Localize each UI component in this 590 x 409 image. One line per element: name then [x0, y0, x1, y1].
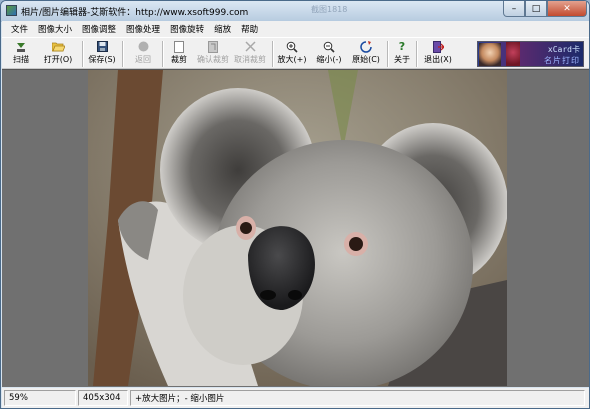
- menu-file[interactable]: 文件: [6, 23, 33, 35]
- window-controls: – □ ✕: [503, 1, 587, 19]
- save-label: 保存(S): [88, 55, 116, 64]
- image-canvas-area[interactable]: [2, 69, 589, 387]
- confirm-crop-label: 确认裁剪: [197, 55, 229, 64]
- original-size-icon: [359, 40, 373, 53]
- zoom-in-button[interactable]: 放大(+): [275, 39, 309, 68]
- scan-button[interactable]: 扫描: [8, 39, 34, 68]
- open-label: 打开(O): [43, 55, 73, 64]
- background-window-tab: 截图1818: [311, 5, 348, 14]
- exit-label: 退出(X): [424, 55, 452, 64]
- confirm-crop-button[interactable]: 确认裁剪: [194, 39, 232, 68]
- original-size-button[interactable]: 原始(C): [349, 39, 383, 68]
- floppy-disk-icon: [95, 40, 109, 53]
- cancel-crop-label: 取消裁剪: [234, 55, 266, 64]
- title-bar[interactable]: 相片/图片编辑器-艾斯软件：http://www.xsoft999.com 截图…: [1, 1, 589, 20]
- status-image-size: 405x304: [78, 390, 128, 406]
- menu-image-adjust[interactable]: 图像调整: [77, 23, 121, 35]
- close-icon: ✕: [563, 3, 571, 14]
- crop-label: 裁剪: [171, 55, 187, 64]
- banner-brand: xCard卡: [547, 45, 580, 54]
- toolbar-separator: [122, 41, 124, 67]
- toolbar-separator: [82, 41, 84, 67]
- folder-open-icon: [51, 40, 65, 53]
- back-button[interactable]: 返回: [130, 39, 156, 68]
- crop-icon: [172, 40, 186, 53]
- toolbar-separator: [416, 41, 418, 67]
- maximize-button[interactable]: □: [525, 1, 547, 17]
- maximize-icon: □: [531, 3, 541, 14]
- about-label: 关于: [394, 55, 410, 64]
- status-zoom: 59%: [4, 390, 76, 406]
- zoom-in-label: 放大(+): [277, 55, 307, 64]
- cancel-crop-button[interactable]: 取消裁剪: [232, 39, 268, 68]
- close-button[interactable]: ✕: [547, 1, 587, 17]
- exit-icon: [431, 40, 445, 53]
- save-button[interactable]: 保存(S): [86, 39, 118, 68]
- menu-image-size[interactable]: 图像大小: [33, 23, 77, 35]
- zoom-out-button[interactable]: 缩小(-): [312, 39, 346, 68]
- xcard-ad-banner[interactable]: xCard卡 名片打印: [477, 41, 584, 67]
- crop-button[interactable]: 裁剪: [166, 39, 192, 68]
- app-icon: [6, 5, 17, 16]
- zoom-in-icon: [285, 40, 299, 53]
- original-size-label: 原始(C): [352, 55, 380, 64]
- confirm-crop-icon: [206, 40, 220, 53]
- minimize-icon: –: [511, 3, 517, 14]
- menu-image-process[interactable]: 图像处理: [121, 23, 165, 35]
- minimize-button[interactable]: –: [503, 1, 525, 17]
- toolbar-separator: [272, 41, 274, 67]
- open-button[interactable]: 打开(O): [38, 39, 78, 68]
- toolbar-separator: [387, 41, 389, 67]
- menu-image-rotate[interactable]: 图像旋转: [165, 23, 209, 35]
- app-window: 相片/图片编辑器-艾斯软件：http://www.xsoft999.com 截图…: [0, 0, 590, 409]
- menu-help[interactable]: 帮助: [236, 23, 263, 35]
- zoom-out-label: 缩小(-): [316, 55, 342, 64]
- banner-portrait-image: [479, 43, 501, 66]
- question-icon: ?: [398, 40, 406, 53]
- back-label: 返回: [135, 55, 151, 64]
- window-title: 相片/图片编辑器-艾斯软件：http://www.xsoft999.com: [21, 8, 249, 18]
- status-hint: +放大图片；- 缩小图片: [130, 390, 585, 406]
- banner-portrait-image-2: [506, 42, 520, 66]
- back-circle-icon: [136, 40, 150, 53]
- menu-zoom[interactable]: 缩放: [209, 23, 236, 35]
- menu-bar: 文件 图像大小 图像调整 图像处理 图像旋转 缩放 帮助: [2, 21, 589, 37]
- zoom-out-icon: [322, 40, 336, 53]
- status-bar: 59% 405x304 +放大图片；- 缩小图片: [2, 388, 589, 408]
- cancel-x-icon: [243, 40, 257, 53]
- exit-button[interactable]: 退出(X): [419, 39, 457, 68]
- koala-image: [88, 70, 507, 386]
- toolbar-separator: [162, 41, 164, 67]
- about-button[interactable]: ? 关于: [390, 39, 414, 68]
- banner-subtitle: 名片打印: [544, 56, 580, 65]
- scan-label: 扫描: [13, 55, 29, 64]
- scanner-icon: [14, 40, 28, 53]
- koala-photo[interactable]: [88, 70, 507, 386]
